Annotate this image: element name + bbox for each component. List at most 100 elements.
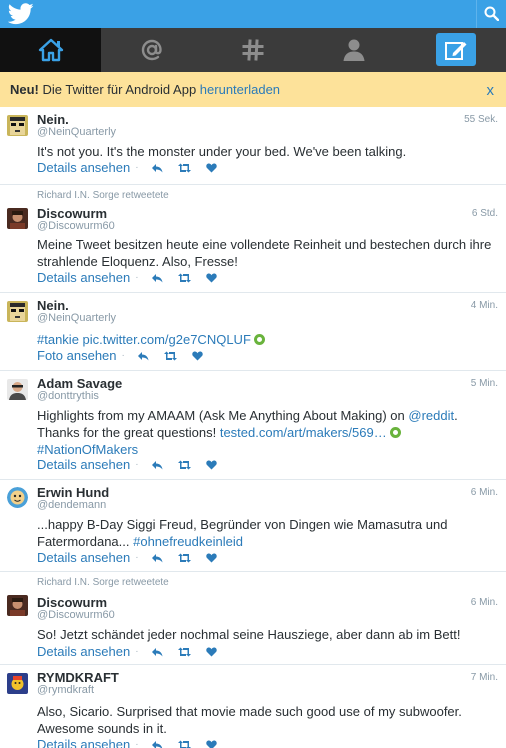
reply-icon[interactable]	[151, 460, 163, 470]
retweeted-by-label[interactable]: Richard I.N. Sorge retweetete	[37, 190, 169, 201]
tweet-author-name[interactable]: Erwin Hund	[37, 485, 109, 500]
tweet-timestamp[interactable]: 55 Sek.	[464, 114, 498, 125]
tweet-author-name[interactable]: Nein.	[37, 298, 69, 313]
separator-dot: ·	[121, 350, 125, 361]
heart-icon[interactable]	[205, 460, 217, 470]
tab-discover[interactable]	[202, 28, 303, 72]
heart-icon[interactable]	[205, 647, 217, 657]
tweet-item[interactable]: Adam Savage @donttrythis 5 Min. Highligh…	[0, 371, 506, 480]
tweet-timestamp[interactable]: 6 Min.	[471, 487, 498, 498]
tweet-actions: Details ansehen ·	[37, 457, 224, 472]
tweet-author-name[interactable]: Nein.	[37, 112, 69, 127]
tweet-item[interactable]: Richard I.N. Sorge retweetete Discowurm …	[0, 572, 506, 665]
tweet-actions: Details ansehen ·	[37, 160, 224, 175]
banner-text: Neu! Die Twitter für Android App herunte…	[10, 82, 280, 97]
tweet-item[interactable]: Nein. @NeinQuarterly 4 Min. #tankie pic.…	[0, 293, 506, 371]
tweet-author-handle[interactable]: @dendemann	[37, 499, 106, 511]
details-link[interactable]: Details ansehen	[37, 270, 130, 285]
compose-icon	[445, 41, 467, 60]
search-button[interactable]	[476, 0, 506, 28]
retweet-icon[interactable]	[177, 553, 192, 563]
heart-icon[interactable]	[205, 273, 217, 283]
heart-icon[interactable]	[205, 553, 217, 563]
banner-download-link[interactable]: herunterladen	[200, 82, 280, 97]
media-preview-icon[interactable]	[389, 426, 401, 438]
tab-profile[interactable]	[303, 28, 404, 72]
retweeted-by-label[interactable]: Richard I.N. Sorge retweetete	[37, 577, 169, 588]
mention-link[interactable]: @reddit	[408, 408, 454, 423]
discowurm-avatar[interactable]	[7, 595, 28, 616]
compose-tweet-button[interactable]	[436, 33, 476, 66]
tweet-item[interactable]: RYMDKRAFT @rymdkraft 7 Min. Also, Sicari…	[0, 665, 506, 748]
erwin-hund-avatar[interactable]	[7, 487, 28, 508]
tweet-timestamp[interactable]: 6 Min.	[471, 597, 498, 608]
details-link[interactable]: Details ansehen	[37, 457, 130, 472]
reply-icon[interactable]	[151, 553, 163, 563]
separator-dot: ·	[135, 459, 139, 470]
tweet-author-name[interactable]: RYMDKRAFT	[37, 670, 119, 685]
retweet-icon[interactable]	[177, 647, 192, 657]
media-link[interactable]: pic.twitter.com/g2e7CNQLUF	[83, 332, 251, 347]
details-link[interactable]: Details ansehen	[37, 160, 130, 175]
tweet-timestamp[interactable]: 5 Min.	[471, 378, 498, 389]
tweet-timestamp[interactable]: 4 Min.	[471, 300, 498, 311]
separator-dot: ·	[135, 272, 139, 283]
at-sign-icon	[141, 39, 162, 61]
tweet-author-handle[interactable]: @donttrythis	[37, 390, 99, 402]
tweet-author-handle[interactable]: @rymdkraft	[37, 684, 94, 696]
tweet-author-handle[interactable]: @Discowurm60	[37, 220, 115, 232]
heart-icon[interactable]	[192, 351, 203, 361]
banner-message: Die Twitter für Android App	[38, 82, 200, 97]
tweet-author-name[interactable]: Adam Savage	[37, 376, 122, 391]
tweet-item[interactable]: Nein. @NeinQuarterly 55 Sek. It's not yo…	[0, 107, 506, 185]
reply-icon[interactable]	[151, 647, 163, 657]
banner-close-button[interactable]: x	[487, 82, 495, 99]
tweet-actions: Foto ansehen ·	[37, 348, 210, 363]
nein-avatar[interactable]	[7, 115, 28, 136]
details-link[interactable]: Details ansehen	[37, 737, 130, 748]
details-link[interactable]: Details ansehen	[37, 550, 130, 565]
rymdkraft-avatar[interactable]	[7, 673, 28, 694]
tweet-author-name[interactable]: Discowurm	[37, 595, 107, 610]
reply-icon[interactable]	[151, 740, 163, 748]
tweet-author-handle[interactable]: @NeinQuarterly	[37, 126, 116, 138]
retweet-icon[interactable]	[163, 351, 178, 361]
heart-icon[interactable]	[205, 740, 217, 748]
hashtag-link[interactable]: #tankie	[37, 332, 79, 347]
reply-icon[interactable]	[137, 351, 149, 361]
banner-new-label: Neu!	[10, 82, 39, 97]
tweet-text: Also, Sicario. Surprised that movie made…	[37, 704, 462, 736]
tweet-timestamp[interactable]: 6 Std.	[472, 208, 498, 219]
tweet-item[interactable]: Erwin Hund @dendemann 6 Min. ...happy B-…	[0, 480, 506, 572]
retweet-icon[interactable]	[177, 740, 192, 748]
twitter-bird-icon[interactable]	[8, 3, 34, 25]
heart-icon[interactable]	[205, 163, 217, 173]
retweet-icon[interactable]	[177, 273, 192, 283]
adam-savage-avatar[interactable]	[7, 379, 28, 400]
tweet-text: So! Jetzt schändet jeder nochmal seine H…	[37, 627, 461, 642]
tweet-timestamp[interactable]: 7 Min.	[471, 672, 498, 683]
retweet-icon[interactable]	[177, 163, 192, 173]
tweet-author-name[interactable]: Discowurm	[37, 206, 107, 221]
reply-icon[interactable]	[151, 273, 163, 283]
reply-icon[interactable]	[151, 163, 163, 173]
tweet-author-handle[interactable]: @NeinQuarterly	[37, 312, 116, 324]
tweet-text-part: Highlights from my AMAAM (Ask Me Anythin…	[37, 408, 409, 423]
media-preview-icon[interactable]	[253, 333, 265, 345]
retweet-icon[interactable]	[177, 460, 192, 470]
tweet-actions: Details ansehen ·	[37, 270, 224, 285]
tab-home[interactable]	[0, 28, 101, 72]
view-photo-link[interactable]: Foto ansehen	[37, 348, 117, 363]
search-icon	[484, 6, 499, 21]
discowurm-avatar[interactable]	[7, 208, 28, 229]
hashtag-icon	[242, 39, 263, 61]
details-link[interactable]: Details ansehen	[37, 644, 130, 659]
url-link[interactable]: tested.com/art/makers/569…	[220, 425, 387, 440]
hashtag-link[interactable]: #ohnefreudkeinleid	[133, 534, 243, 549]
nein-avatar[interactable]	[7, 301, 28, 322]
android-app-banner: Neu! Die Twitter für Android App herunte…	[0, 72, 506, 107]
tweet-item[interactable]: Richard I.N. Sorge retweetete Discowurm …	[0, 185, 506, 293]
tab-mentions[interactable]	[101, 28, 202, 72]
hashtag-link[interactable]: #NationOfMakers	[37, 442, 138, 457]
tweet-author-handle[interactable]: @Discowurm60	[37, 609, 115, 621]
